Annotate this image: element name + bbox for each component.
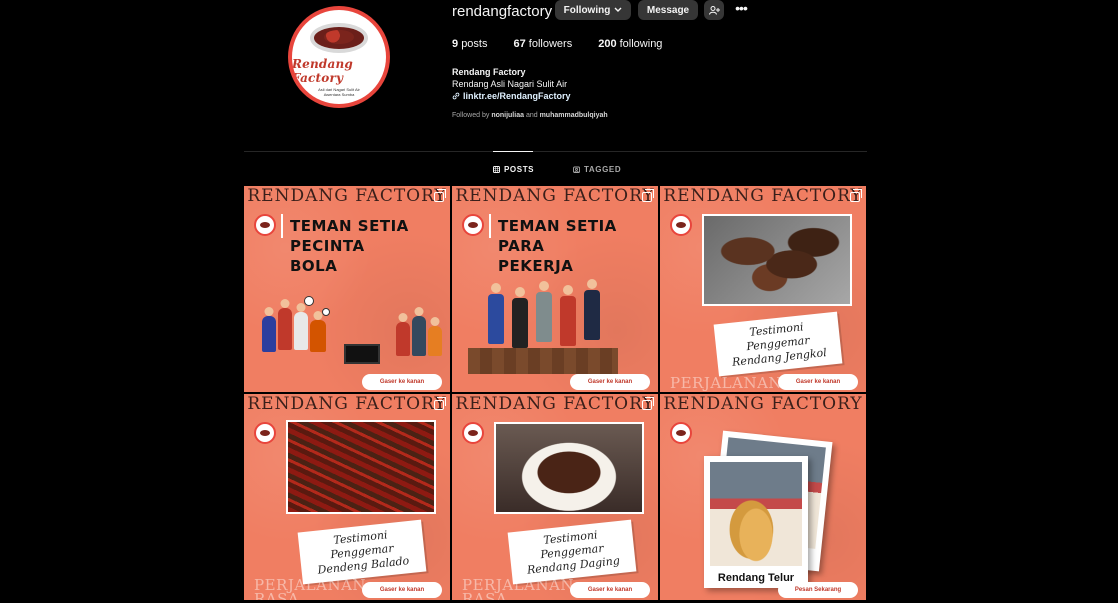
post-brand-title: RENDANG FACTORY	[663, 394, 863, 414]
workers-illustration	[452, 186, 658, 392]
testimonial-label: Testimoni Penggemar Rendang Jengkol	[713, 311, 843, 377]
suggest-user-button[interactable]	[704, 0, 724, 20]
followed-by[interactable]: Followed by nonijuliaa and muhammadbulqi…	[452, 112, 608, 119]
tagged-icon	[573, 166, 580, 173]
profile-username: rendangfactory	[452, 3, 553, 20]
followers-stat[interactable]: 67 followers	[513, 38, 572, 50]
swipe-cta-button: Gaser ke kanan	[362, 582, 442, 598]
brand-logo-icon	[670, 214, 692, 236]
order-now-button: Pesan Sekarang	[778, 582, 858, 598]
following-stat-label: following	[619, 38, 663, 50]
tab-posts-label: POSTS	[504, 165, 535, 174]
swipe-cta-button: Gaser ke kanan	[570, 582, 650, 598]
profile-bio: Rendang Factory Rendang Asli Nagari Suli…	[452, 66, 571, 102]
rendang-plate-icon	[310, 23, 368, 53]
grid-icon	[493, 166, 500, 173]
tab-posts[interactable]: POSTS	[493, 165, 534, 174]
carousel-icon	[850, 189, 862, 202]
bio-name: Rendang Factory	[452, 67, 526, 77]
bio-text: Rendang Asli Nagari Sulit Air	[452, 79, 568, 89]
brand-logo-icon	[254, 422, 276, 444]
brand-logo-icon	[670, 422, 692, 444]
followed-by-prefix: Followed by	[452, 112, 490, 119]
avatar-title: Rendang Factory	[292, 57, 354, 85]
rendang-telur-photo	[710, 462, 802, 566]
rendang-jengkol-photo	[702, 214, 852, 306]
post-brand-title: RENDANG FACTORY	[247, 394, 447, 414]
profile-avatar[interactable]: Rendang Factory Asli dari Nagari Sulit A…	[288, 6, 390, 108]
profile-stats: 9 posts 67 followers 200 following	[452, 38, 688, 50]
bio-link-text: linktr.ee/RendangFactory	[463, 91, 571, 101]
chevron-down-icon	[614, 7, 622, 12]
tab-divider	[244, 151, 867, 152]
active-tab-indicator	[493, 151, 533, 152]
swipe-cta-button: Gaser ke kanan	[362, 374, 442, 390]
brand-logo-icon	[462, 422, 484, 444]
add-user-icon	[708, 5, 720, 15]
following-stat[interactable]: 200 following	[598, 38, 662, 50]
carousel-icon	[434, 397, 446, 410]
journey-watermark: PERJALANAN RASA	[462, 576, 575, 601]
post-tile[interactable]: RENDANG FACTORY Testimoni Penggemar Rend…	[660, 186, 866, 392]
avatar-subtitle: Asli dari Nagari Sulit Air Awentara Sumb…	[318, 87, 360, 97]
carousel-icon	[642, 397, 654, 410]
message-button[interactable]: Message	[638, 0, 698, 20]
polaroid-photo: Rendang Telur	[704, 456, 808, 588]
posts-grid: RENDANG FACTORY TEMAN SETIA PECINTA BOLA…	[244, 186, 867, 600]
posts-label: posts	[461, 38, 488, 50]
avatar-logo: Rendang Factory Asli dari Nagari Sulit A…	[292, 10, 386, 104]
bio-link[interactable]: linktr.ee/RendangFactory	[452, 90, 571, 102]
message-label: Message	[646, 4, 690, 16]
followed-by-user: nonijuliaa	[491, 112, 524, 119]
journey-watermark: PERJALANAN RASA	[254, 576, 367, 601]
swipe-cta-button: Gaser ke kanan	[570, 374, 650, 390]
football-fans-illustration	[244, 186, 450, 392]
more-options-icon[interactable]: •••	[733, 0, 749, 16]
post-tile[interactable]: RENDANG FACTORY Testimoni Penggemar Rend…	[452, 394, 658, 600]
post-tile[interactable]: RENDANG FACTORY Testimoni Penggemar Dend…	[244, 394, 450, 600]
journey-watermark: PERJALANAN	[670, 374, 783, 392]
tab-tagged[interactable]: TAGGED	[573, 165, 621, 174]
post-brand-title: RENDANG FACTORY	[455, 394, 655, 414]
following-count: 200	[598, 38, 617, 50]
following-label: Following	[563, 4, 611, 16]
followed-by-and: and	[525, 112, 538, 119]
followed-by-user: muhammadbulqiyah	[539, 112, 608, 119]
rendang-daging-photo	[494, 422, 644, 514]
link-icon	[452, 92, 460, 100]
tab-tagged-label: TAGGED	[584, 165, 622, 174]
posts-stat: 9 posts	[452, 38, 487, 50]
following-button[interactable]: Following	[555, 0, 631, 20]
posts-count: 9	[452, 38, 459, 50]
post-tile[interactable]: RENDANG FACTORY TEMAN SETIA PECINTA BOLA…	[244, 186, 450, 392]
post-tile[interactable]: RENDANG FACTORY TEMAN SETIA PARA PEKERJA…	[452, 186, 658, 392]
testimonial-label: Testimoni Penggemar Dendeng Balado	[297, 519, 427, 585]
swipe-cta-button: Gaser ke kanan	[778, 374, 858, 390]
followers-count: 67	[513, 38, 526, 50]
post-brand-title: RENDANG FACTORY	[663, 186, 863, 206]
dendeng-balado-photo	[286, 420, 436, 514]
followers-label: followers	[528, 38, 573, 50]
post-tile[interactable]: RENDANG FACTORY Rendang Telur Pesan Seka…	[660, 394, 866, 600]
testimonial-label: Testimoni Penggemar Rendang Daging	[507, 519, 637, 585]
